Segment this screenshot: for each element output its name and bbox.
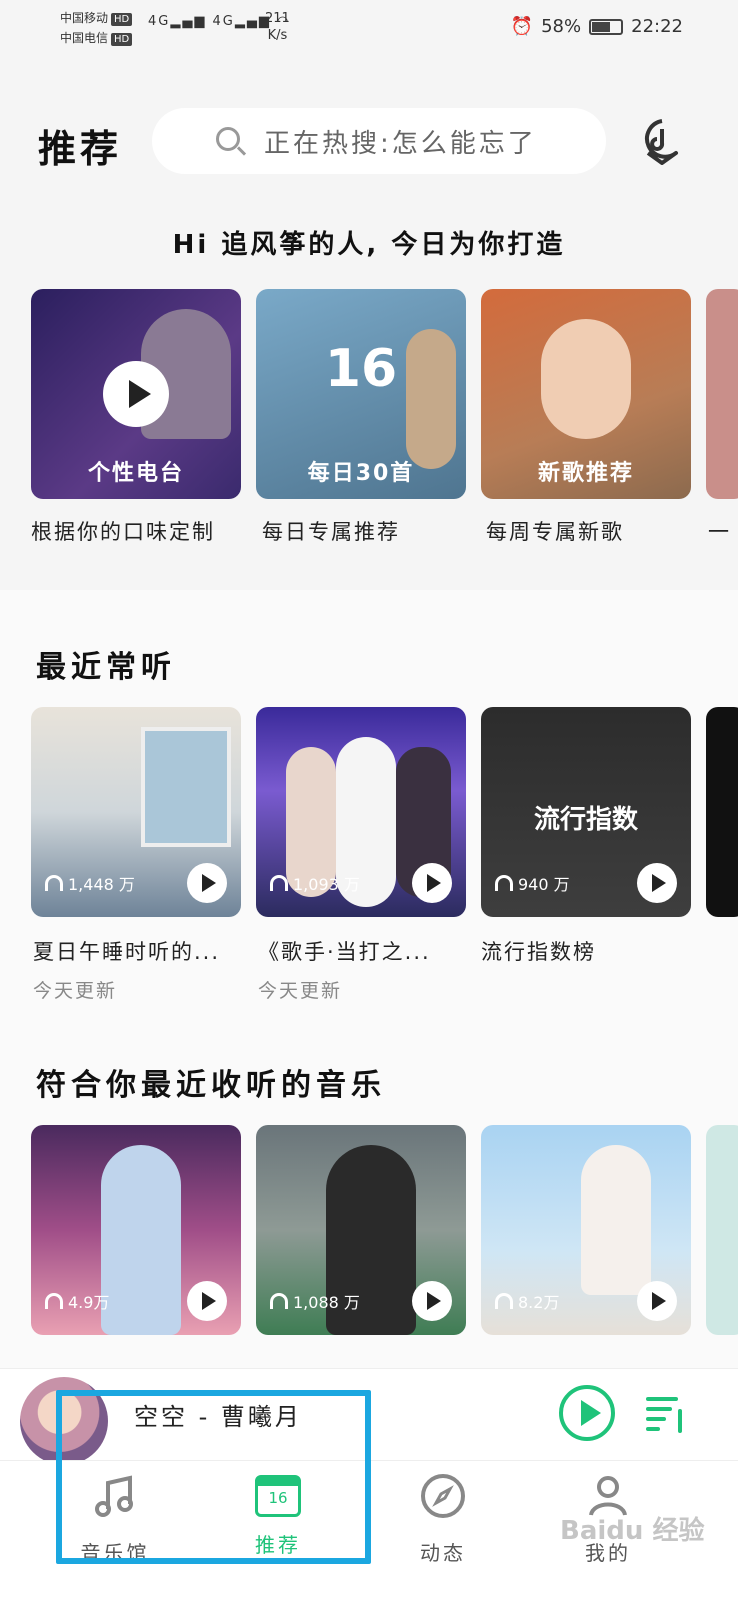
card-caption: 每周专属新歌 xyxy=(486,520,624,544)
artist-photo xyxy=(101,1145,181,1335)
daily-card-30[interactable]: 16 每日30首 xyxy=(256,289,466,499)
daily-card-new[interactable]: 新歌推荐 xyxy=(481,289,691,499)
listen-count: 1,088 万 xyxy=(270,1289,360,1313)
play-button[interactable] xyxy=(103,361,169,427)
headphone-icon xyxy=(495,875,513,891)
network-type-2: 4G xyxy=(212,14,235,29)
listen-count-value: 1,093 万 xyxy=(293,875,360,894)
playlist-card[interactable]: 1,448 万 xyxy=(31,707,241,917)
playlist-caption: 夏日午睡时听的... xyxy=(33,940,221,964)
listen-count-value: 1,448 万 xyxy=(68,875,135,894)
play-button[interactable] xyxy=(637,1281,677,1321)
artist-photo xyxy=(541,319,631,439)
play-button[interactable] xyxy=(187,1281,227,1321)
search-placeholder: 正在热搜:怎么能忘了 xyxy=(264,128,537,159)
battery-icon xyxy=(589,18,624,35)
tab-feed[interactable]: 动态 xyxy=(383,1471,503,1566)
greeting: Hi 追风筝的人, 今日为你打造 xyxy=(172,230,566,260)
status-right: ⏰ 58% 22:22 xyxy=(511,16,683,37)
watermark: Baidu 经验 xyxy=(560,1516,705,1546)
play-icon[interactable] xyxy=(559,1385,615,1441)
playlist-card-partial[interactable] xyxy=(706,707,738,917)
listen-count-value: 4.9万 xyxy=(68,1293,110,1312)
clock: 22:22 xyxy=(631,16,683,37)
hd-badge: HD xyxy=(111,33,133,46)
carrier-info: 中国移动 HD 中国电信 HD xyxy=(60,8,133,48)
date-number: 16 xyxy=(324,339,398,399)
carrier-2: 中国电信 xyxy=(60,31,109,45)
daily-card-partial[interactable] xyxy=(706,289,738,499)
artist-photo xyxy=(581,1145,651,1295)
headphone-icon xyxy=(45,1293,63,1309)
card-overlay-label: 个性电台 xyxy=(87,461,184,486)
playlist-subtitle: 今天更新 xyxy=(258,980,343,1002)
hd-badge: HD xyxy=(111,13,133,26)
card-caption: 根据你的口味定制 xyxy=(31,520,215,544)
listen-count-value: 940 万 xyxy=(518,875,570,894)
network-type-1: 4G xyxy=(148,14,171,29)
playlist-caption: 流行指数榜 xyxy=(481,940,596,964)
playlist-card[interactable]: 1,088 万 xyxy=(256,1125,466,1335)
listen-count: 1,448 万 xyxy=(45,871,135,895)
tab-label: 动态 xyxy=(420,1541,466,1565)
playlist-queue-icon[interactable] xyxy=(646,1393,688,1433)
battery-level xyxy=(592,21,610,32)
headphone-icon xyxy=(270,875,288,891)
search-icon xyxy=(216,127,240,151)
playlist-card[interactable]: 1,093 万 xyxy=(256,707,466,917)
search-bar[interactable]: 正在热搜:怎么能忘了 xyxy=(152,108,606,174)
play-button[interactable] xyxy=(412,863,452,903)
headphone-icon xyxy=(270,1293,288,1309)
card-overlay-label: 流行指数 xyxy=(533,805,638,835)
alarm-icon: ⏰ xyxy=(510,16,534,37)
daily-card-radio[interactable]: 个性电台 xyxy=(31,289,241,499)
playlist-card[interactable]: 流行指数 940 万 xyxy=(481,707,691,917)
listen-count: 4.9万 xyxy=(45,1289,109,1313)
play-button[interactable] xyxy=(412,1281,452,1321)
playlist-caption: 《歌手·当打之... xyxy=(258,940,431,964)
net-speed: 211 K/s xyxy=(265,10,290,44)
section-title-matching: 符合你最近收听的音乐 xyxy=(36,1068,386,1103)
battery-percent: 58% xyxy=(541,16,582,37)
tutorial-highlight-box xyxy=(56,1390,371,1564)
window-image xyxy=(141,727,231,847)
card-overlay-label: 每日30首 xyxy=(307,461,415,486)
listen-count-value: 1,088 万 xyxy=(293,1293,360,1312)
page-title: 推荐 xyxy=(38,127,123,171)
headphone-icon xyxy=(495,1293,513,1309)
playlist-subtitle: 今天更新 xyxy=(33,980,118,1002)
status-bar: 中国移动 HD 中国电信 HD 4G▂▄▆ 4G▂▄▆ ◠ 211 K/s ⏰ 58… xyxy=(0,0,738,56)
section-title-recent: 最近常听 xyxy=(36,650,176,685)
carrier-1: 中国移动 xyxy=(60,11,109,25)
playlist-card[interactable]: 8.2万 xyxy=(481,1125,691,1335)
card-caption-partial: 一 xyxy=(708,520,731,544)
listen-count-value: 8.2万 xyxy=(518,1293,560,1312)
playlist-card-partial[interactable] xyxy=(706,1125,738,1335)
play-button[interactable] xyxy=(637,863,677,903)
listen-count: 1,093 万 xyxy=(270,871,360,895)
net-speed-value: 211 xyxy=(265,11,290,26)
music-recognition-icon[interactable] xyxy=(640,117,684,165)
listen-count: 940 万 xyxy=(495,871,570,895)
card-caption: 每日专属推荐 xyxy=(262,520,400,544)
net-speed-unit: K/s xyxy=(267,28,288,43)
headphone-icon xyxy=(45,875,63,891)
play-button[interactable] xyxy=(187,863,227,903)
card-overlay-label: 新歌推荐 xyxy=(537,461,634,486)
compass-icon xyxy=(421,1474,465,1518)
playlist-card[interactable]: 4.9万 xyxy=(31,1125,241,1335)
listen-count: 8.2万 xyxy=(495,1289,559,1313)
